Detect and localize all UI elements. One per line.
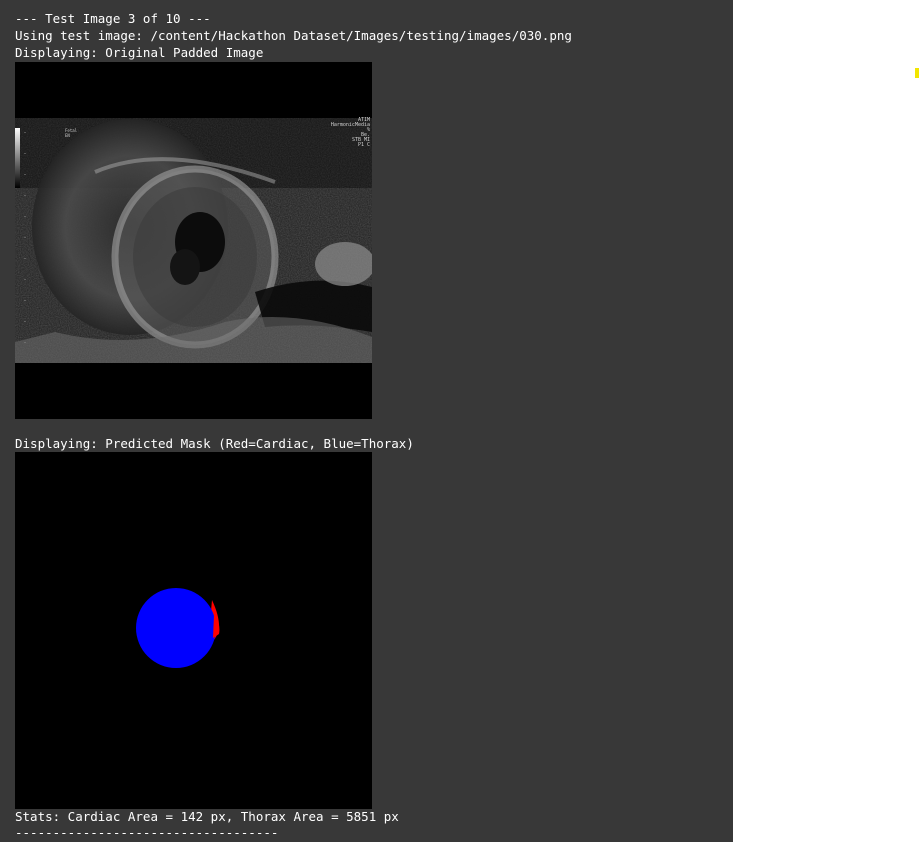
scroll-marker [915, 68, 919, 78]
thorax-region [136, 588, 216, 668]
original-image-caption: Displaying: Original Padded Image [15, 45, 264, 60]
predicted-mask-image [15, 452, 372, 809]
original-padded-image: ATIM HarmonicMedia % Be. STB MI P1 C Fet… [15, 62, 372, 419]
ultrasound-preset-label: Fetal EN [65, 128, 78, 138]
ultrasound-overlay-text: ATIM HarmonicMedia % Be. STB MI P1 C [330, 117, 370, 148]
cell-output-panel: --- Test Image 3 of 10 --- Using test im… [0, 0, 733, 842]
ultrasound-scan [15, 62, 372, 419]
test-image-header: --- Test Image 3 of 10 --- [15, 11, 211, 26]
stats-line: Stats: Cardiac Area = 142 px, Thorax Are… [15, 809, 399, 824]
test-image-path: Using test image: /content/Hackathon Dat… [15, 28, 572, 43]
separator-line: ----------------------------------- [15, 825, 279, 840]
mask-canvas [15, 452, 372, 809]
mask-caption: Displaying: Predicted Mask (Red=Cardiac,… [15, 436, 414, 451]
